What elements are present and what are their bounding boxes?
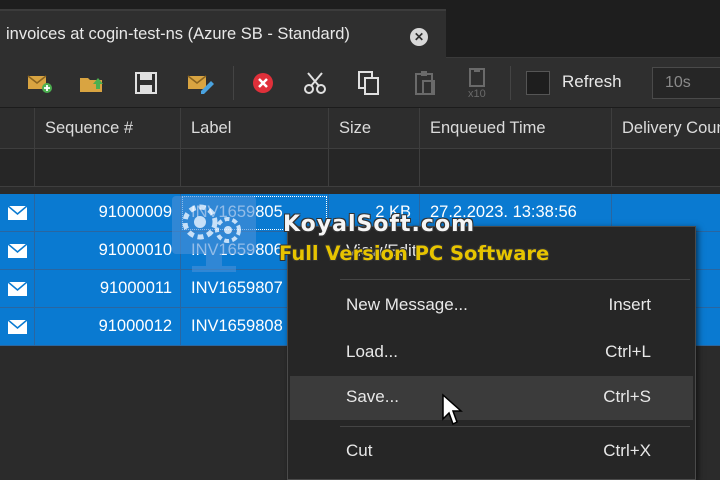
paste-x10-button[interactable]: x10 (464, 68, 494, 98)
toolbar: x10 Refresh 10s (0, 58, 720, 108)
menu-item-shortcut: Insert (608, 295, 651, 314)
paste-icon (415, 71, 435, 95)
column-header-size[interactable]: Size (329, 108, 420, 149)
copy-button[interactable] (354, 68, 384, 98)
message-envelope-icon (8, 206, 27, 220)
toolbar-separator (233, 66, 234, 100)
menu-separator (340, 426, 690, 427)
menu-item-load[interactable]: Load... Ctrl+L (290, 331, 693, 375)
column-header-delivery-count[interactable]: Delivery Count (612, 108, 720, 149)
watermark-logo-icon (172, 196, 256, 272)
paste-x10-label: x10 (468, 88, 486, 98)
menu-item-shortcut: Ctrl+L (605, 342, 651, 361)
tab-invoices[interactable]: invoices at cogin-test-ns (Azure SB - St… (0, 9, 446, 58)
watermark-subtitle: Full Version PC Software (279, 242, 550, 265)
filter-row-indicator (0, 149, 35, 187)
edit-icon (187, 75, 214, 94)
new-message-icon (27, 75, 52, 93)
column-header-sequence[interactable]: Sequence # (35, 108, 181, 149)
filter-cell-sequence[interactable] (35, 149, 181, 187)
menu-item-label: Load... (346, 342, 398, 361)
cell-sequence: 91000009 (35, 194, 181, 232)
menu-item-label: Save... (346, 387, 399, 406)
menu-item-label: Cut (346, 441, 373, 460)
message-envelope-icon (8, 282, 27, 296)
import-icon (80, 78, 103, 92)
message-envelope-icon (8, 320, 27, 334)
menu-item-shortcut: Ctrl+S (603, 387, 651, 406)
row-indicator (0, 308, 35, 346)
filter-cell-delivery-count[interactable] (612, 149, 720, 187)
cell-sequence: 91000010 (35, 232, 181, 270)
row-indicator (0, 232, 35, 270)
filter-cell-enqueued-time[interactable] (420, 149, 612, 187)
refresh-label: Refresh (562, 72, 622, 91)
column-header-enqueued-time[interactable]: Enqueued Time (420, 108, 612, 149)
refresh-interval-field[interactable]: 10s (652, 67, 720, 99)
row-indicator-header (0, 108, 35, 149)
menu-item-cut[interactable]: Cut Ctrl+X (290, 430, 693, 474)
new-message-button[interactable] (25, 68, 55, 98)
delete-icon (253, 73, 273, 93)
filter-cell-label[interactable] (181, 149, 329, 187)
paste-button[interactable] (410, 68, 440, 98)
message-envelope-icon (8, 244, 27, 258)
cell-sequence: 91000011 (35, 270, 181, 308)
save-button[interactable] (131, 68, 161, 98)
menu-item-save[interactable]: Save... Ctrl+S (290, 376, 693, 420)
cell-sequence: 91000012 (35, 308, 181, 346)
menu-item-label: New Message... (346, 295, 468, 314)
delete-button[interactable] (248, 68, 278, 98)
save-icon (135, 72, 157, 94)
cut-icon (304, 72, 326, 94)
document-tab-bar: invoices at cogin-test-ns (Azure SB - St… (0, 0, 720, 58)
menu-separator (340, 279, 690, 280)
cut-button[interactable] (300, 68, 330, 98)
watermark-title: KoyalSoft.com (283, 212, 475, 237)
row-indicator (0, 270, 35, 308)
edit-button[interactable] (186, 68, 216, 98)
paste-x10-icon: x10 (468, 68, 486, 98)
menu-item-shortcut: Ctrl+X (603, 441, 651, 460)
filter-cell-size[interactable] (329, 149, 420, 187)
toolbar-separator (510, 66, 511, 100)
refresh-checkbox[interactable] (526, 71, 550, 95)
import-button[interactable] (77, 68, 107, 98)
mouse-cursor-icon (442, 393, 463, 426)
menu-item-new-message[interactable]: New Message... Insert (290, 284, 693, 328)
close-icon[interactable]: ✕ (410, 28, 428, 46)
tab-title: invoices at cogin-test-ns (Azure SB - St… (6, 25, 350, 43)
column-header-label[interactable]: Label (181, 108, 329, 149)
row-indicator (0, 194, 35, 232)
copy-icon (358, 71, 379, 95)
